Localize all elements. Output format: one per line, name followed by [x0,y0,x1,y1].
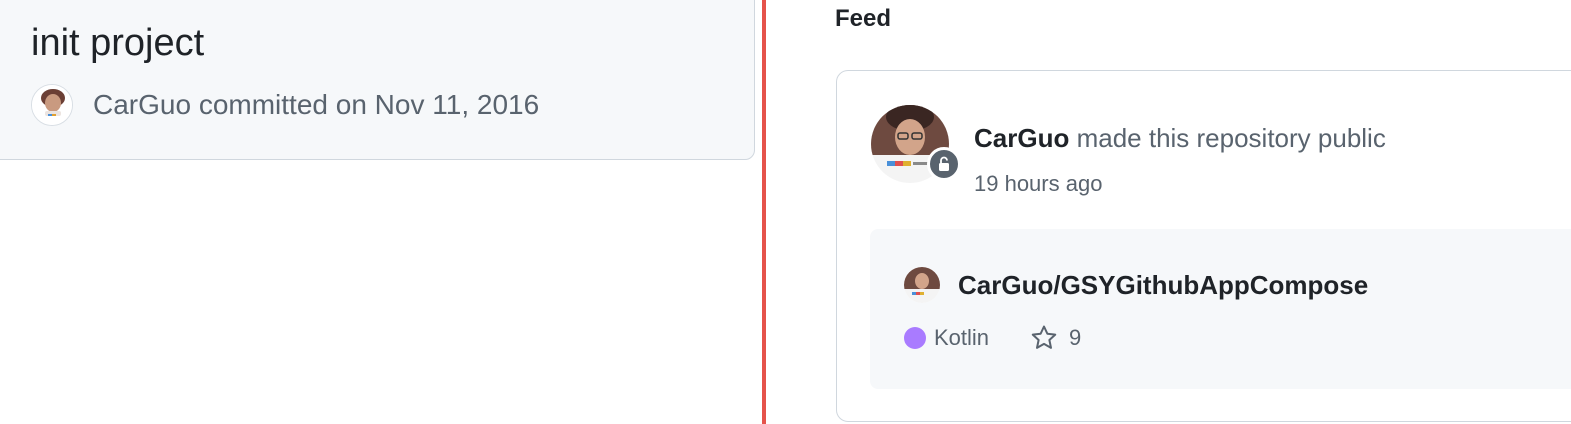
commit-title: init project [31,22,205,64]
commit-header: init project CarGuo committed on Nov 11,… [0,0,755,160]
repo-card[interactable]: CarGuo/GSYGithubAppCompose Kotlin 9 [870,229,1571,389]
event-description: CarGuo made this repository public [974,121,1386,155]
commit-date-text: committed on Nov 11, 2016 [198,89,540,120]
feed-heading: Feed [835,5,892,32]
repo-stats: Kotlin 9 [904,323,1081,353]
repo-star-count[interactable]: 9 [1069,325,1081,351]
screen: init project CarGuo committed on Nov 11,… [0,0,1571,424]
event-timestamp: 19 hours ago [974,171,1103,196]
actor-link[interactable]: CarGuo [974,123,1069,153]
repo-owner-avatar [904,267,940,303]
author-avatar[interactable] [31,84,73,126]
repo-header: CarGuo/GSYGithubAppCompose [904,267,1368,303]
event-avatar-wrap [871,105,961,185]
repo-owner-avatar-image [904,267,940,303]
star-icon-shape [1031,325,1057,349]
unlock-icon [939,156,949,171]
commit-meta: CarGuo committed on Nov 11, 2016 [31,83,539,127]
commit-author-link[interactable]: CarGuo [93,89,191,120]
repo-language: Kotlin [934,325,990,350]
event-action-text: made this repository public [1076,123,1386,153]
repo-name-link[interactable]: CarGuo/GSYGithubAppCompose [958,270,1368,301]
author-avatar-image [32,85,72,125]
star-icon[interactable] [1029,323,1059,353]
commit-meta-text: CarGuo committed on Nov 11, 2016 [93,89,539,121]
language-color-dot [904,327,926,349]
panel-divider [762,0,766,424]
visibility-badge [927,147,961,181]
feed-event-card: CarGuo made this repository public 19 ho… [836,70,1571,422]
